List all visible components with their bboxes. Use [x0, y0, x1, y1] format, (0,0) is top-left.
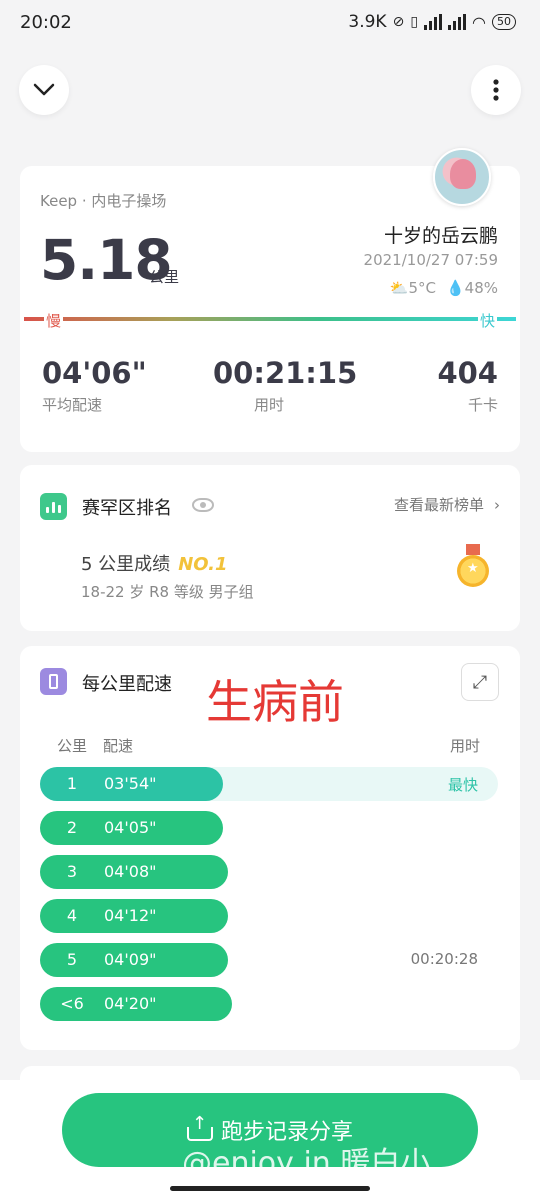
stat-label: 用时 [253, 396, 284, 414]
split-time: 00:20:28 [410, 950, 478, 968]
bar-chart-icon [40, 493, 67, 520]
network-speed: 3.9K [348, 12, 387, 32]
stat-value: 00:21:15 [213, 356, 358, 390]
signal-icon [448, 14, 467, 30]
ranking-card[interactable]: 赛罕区排名 查看最新榜单 › 5 公里成绩 NO.1 18-22 岁 R8 等级 男… [20, 465, 520, 631]
header-pace: 配速 [103, 737, 134, 755]
stat-value: 404 [437, 356, 498, 390]
split-row: <6 04'20" [40, 987, 498, 1021]
pace-gradient-bar [24, 317, 516, 321]
split-km: 1 [66, 774, 78, 793]
header-time: 用时 [449, 737, 480, 755]
run-summary-card: Keep · 内电子操场 5.18 公里 十岁的岳云鹏 2021/10/27 0… [20, 148, 520, 452]
split-km: 4 [66, 906, 78, 925]
cloud-sun-icon: ⛅ [389, 279, 409, 297]
status-icons: 3.9K ⊘ ▯ ◠ 50 [348, 12, 516, 32]
distance-unit: 公里 [149, 268, 180, 286]
split-row: 3 04'08" [40, 855, 498, 889]
status-bar: 20:02 3.9K ⊘ ▯ ◠ 50 [0, 0, 540, 48]
split-pace: 04'09" [104, 950, 157, 969]
split-pace: 04'08" [104, 862, 157, 881]
split-pace: 04'12" [104, 906, 157, 925]
more-button[interactable] [471, 65, 521, 115]
collapse-button[interactable] [19, 65, 69, 115]
watermark: @enjoy in 暖白小 [182, 1146, 431, 1181]
medal-icon: ★ [457, 544, 489, 587]
stat-label: 平均配速 [42, 396, 103, 414]
signal-hd-icon [424, 14, 443, 30]
overlay-annotation: 生病前 [206, 675, 344, 729]
splits-title: 每公里配速 [82, 674, 172, 695]
split-pace: 03'54" [104, 774, 157, 793]
rank-group: 18-22 岁 R8 等级 男子组 [81, 583, 254, 601]
chevron-right-icon: › [494, 496, 500, 514]
avatar[interactable] [433, 148, 491, 206]
split-row: 4 04'12" [40, 899, 498, 933]
split-pace: 04'20" [104, 994, 157, 1013]
fastest-tag: 最快 [447, 776, 478, 794]
rank-score: 5 公里成绩 NO.1 [81, 554, 228, 575]
drop-icon: 💧 [445, 279, 465, 297]
splits-icon [40, 668, 67, 695]
split-km: 2 [66, 818, 78, 837]
stat-calories: 404 千卡 [437, 356, 498, 415]
fast-label: 快 [478, 310, 498, 331]
split-km: 3 [66, 862, 78, 881]
split-row: 1 03'54" 最快 [40, 767, 498, 801]
more-vertical-icon [493, 79, 499, 101]
ranking-title: 赛罕区排名 [82, 498, 172, 519]
weather-temp: ⛅5°C [389, 279, 436, 297]
expand-icon: ⤢ [472, 671, 488, 693]
run-source: Keep · 内电子操场 [40, 192, 167, 210]
rank-badge: NO.1 [178, 554, 228, 575]
slow-label: 慢 [44, 310, 64, 331]
stat-duration: 00:21:15 用时 [213, 356, 358, 415]
split-row: 5 04'09" 00:20:28 [40, 943, 498, 977]
wifi-icon: ◠ [472, 12, 486, 32]
split-km: <6 [60, 994, 84, 1013]
weather: ⛅5°C 💧48% [390, 279, 498, 297]
stat-value: 04'06" [42, 356, 147, 390]
status-time: 20:02 [20, 12, 72, 33]
km-splits-card: 每公里配速 生病前 ⤢ 公里 配速 用时 1 03'54" 最快 2 04'05" 3 04… [20, 646, 520, 1050]
weather-humidity: 💧48% [445, 279, 498, 297]
vibrate-icon: ▯ [410, 14, 419, 30]
run-datetime: 2021/10/27 07:59 [363, 251, 498, 269]
split-pace: 04'05" [104, 818, 157, 837]
eye-icon[interactable] [192, 498, 214, 512]
view-leaderboard-link[interactable]: 查看最新榜单 › [394, 494, 500, 515]
stat-label: 千卡 [467, 396, 498, 414]
header-km: 公里 [57, 737, 88, 755]
battery-icon: 50 [492, 14, 516, 30]
expand-button[interactable]: ⤢ [461, 663, 499, 701]
split-row: 2 04'05" [40, 811, 498, 845]
stat-avg-pace: 04'06" 平均配速 [42, 356, 147, 415]
chevron-down-icon [33, 83, 55, 96]
home-indicator[interactable] [170, 1186, 370, 1191]
split-km: 5 [66, 950, 78, 969]
link-icon: ⊘ [392, 14, 405, 30]
username: 十岁的岳云鹏 [383, 225, 498, 247]
